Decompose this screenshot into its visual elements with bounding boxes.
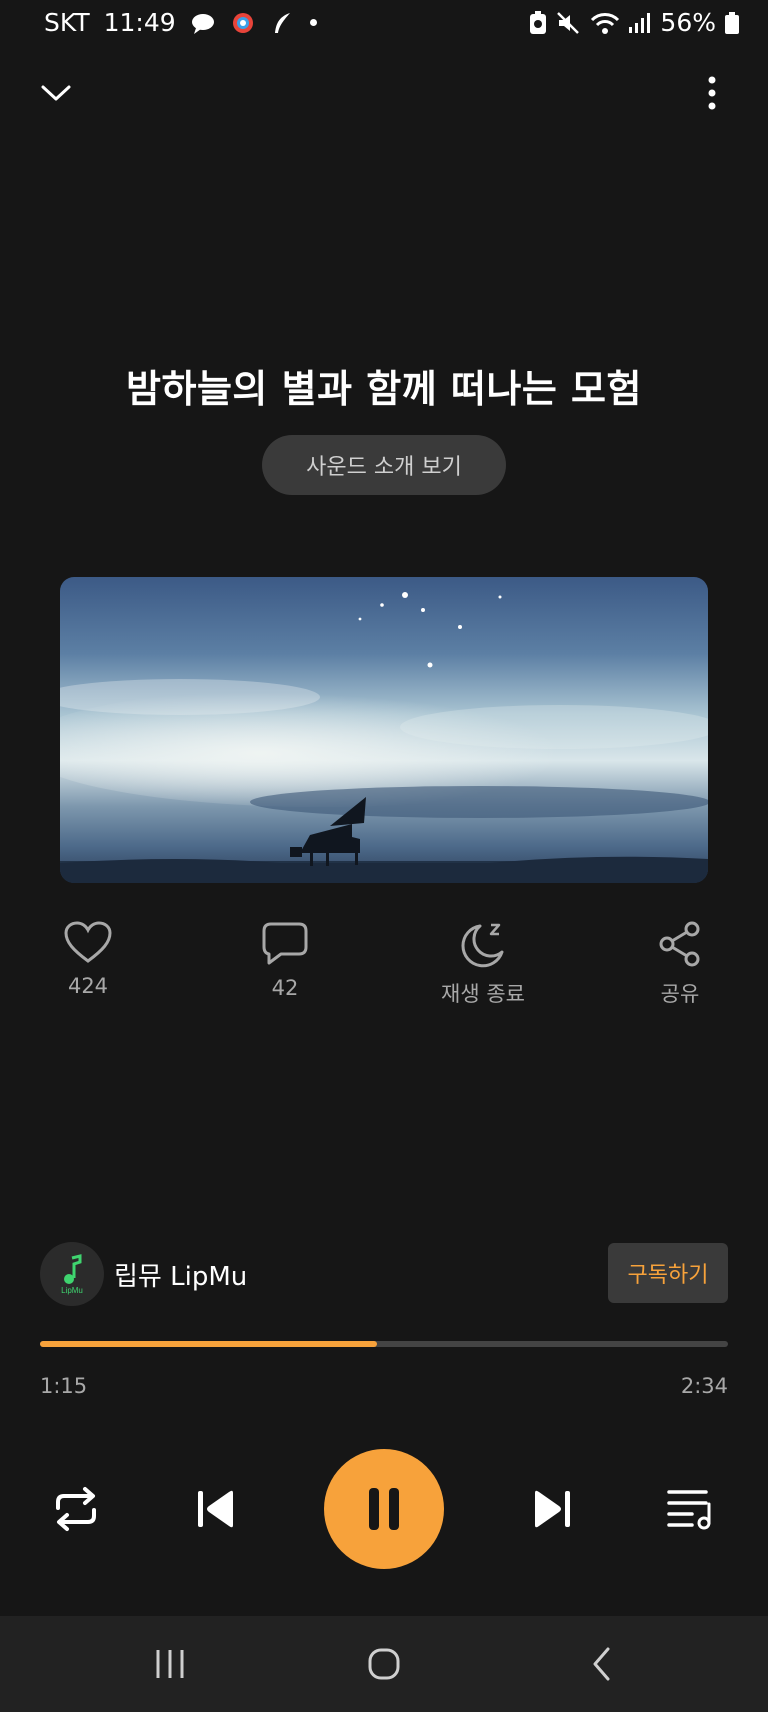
- wifi-icon: [591, 12, 620, 34]
- skip-previous-icon: [198, 1490, 233, 1528]
- recent-apps-icon: [156, 1650, 184, 1678]
- chevron-down-icon: [41, 85, 71, 101]
- more-options-button[interactable]: [684, 65, 740, 121]
- progress-fill: [40, 1341, 378, 1347]
- collapse-button[interactable]: [28, 65, 84, 121]
- avatar-text: LipMu: [61, 1286, 83, 1295]
- share-icon: [659, 921, 700, 967]
- moon-sleep-icon: [461, 923, 504, 968]
- channel-name[interactable]: 립뮤 LipMu: [114, 1256, 247, 1293]
- notification-dot-icon: [309, 19, 317, 26]
- pause-button[interactable]: [324, 1449, 444, 1569]
- channel-avatar[interactable]: LipMu: [40, 1242, 104, 1306]
- comment-button[interactable]: 42: [210, 920, 360, 1000]
- sound-intro-button[interactable]: 사운드 소개 보기: [262, 435, 506, 495]
- heart-icon: [64, 921, 112, 963]
- previous-button[interactable]: [186, 1479, 246, 1539]
- repeat-icon: [56, 1487, 96, 1531]
- subscribe-button[interactable]: 구독하기: [608, 1243, 728, 1303]
- share-button[interactable]: 공유: [605, 920, 755, 1008]
- music-note-logo-icon: LipMu: [61, 1254, 83, 1295]
- more-vert-icon: [708, 76, 716, 110]
- pause-icon: [369, 1488, 399, 1530]
- total-time: 2:34: [680, 1374, 728, 1398]
- mute-icon: [557, 11, 580, 34]
- share-label: 공유: [660, 982, 700, 1006]
- chat-bubble-icon: [191, 13, 214, 34]
- sleep-timer-button[interactable]: 재생 종료: [408, 920, 558, 1008]
- battery-saver-icon: [530, 10, 547, 34]
- status-bar: SKT 11:49 56%: [0, 0, 768, 50]
- feather-icon: [274, 12, 290, 33]
- comment-count: 42: [271, 976, 299, 1000]
- app-notification-icon: [232, 12, 253, 33]
- next-button[interactable]: [522, 1479, 582, 1539]
- like-button[interactable]: 424: [13, 920, 163, 998]
- back-button[interactable]: [572, 1636, 632, 1692]
- recent-apps-button[interactable]: [140, 1636, 200, 1692]
- carrier-label: SKT: [44, 8, 90, 37]
- current-time: 1:15: [40, 1374, 88, 1398]
- home-icon: [368, 1648, 400, 1680]
- sleep-timer-label: 재생 종료: [441, 982, 525, 1006]
- clock: 11:49: [103, 8, 176, 37]
- playlist-icon: [667, 1490, 711, 1530]
- comment-icon: [262, 922, 308, 965]
- back-chevron-icon: [593, 1647, 610, 1681]
- home-button[interactable]: [354, 1636, 414, 1692]
- like-count: 424: [67, 974, 109, 998]
- system-navigation-bar: [0, 1616, 768, 1712]
- album-artwork: [60, 577, 708, 883]
- track-title: 밤하늘의 별과 함께 떠나는 모험: [126, 367, 642, 411]
- repeat-button[interactable]: [46, 1479, 106, 1539]
- skip-next-icon: [535, 1490, 570, 1528]
- signal-icon: [629, 12, 651, 33]
- battery-icon: [725, 11, 739, 34]
- progress-bar[interactable]: [40, 1341, 728, 1347]
- playlist-button[interactable]: [660, 1479, 722, 1539]
- battery-percent: 56%: [660, 8, 716, 37]
